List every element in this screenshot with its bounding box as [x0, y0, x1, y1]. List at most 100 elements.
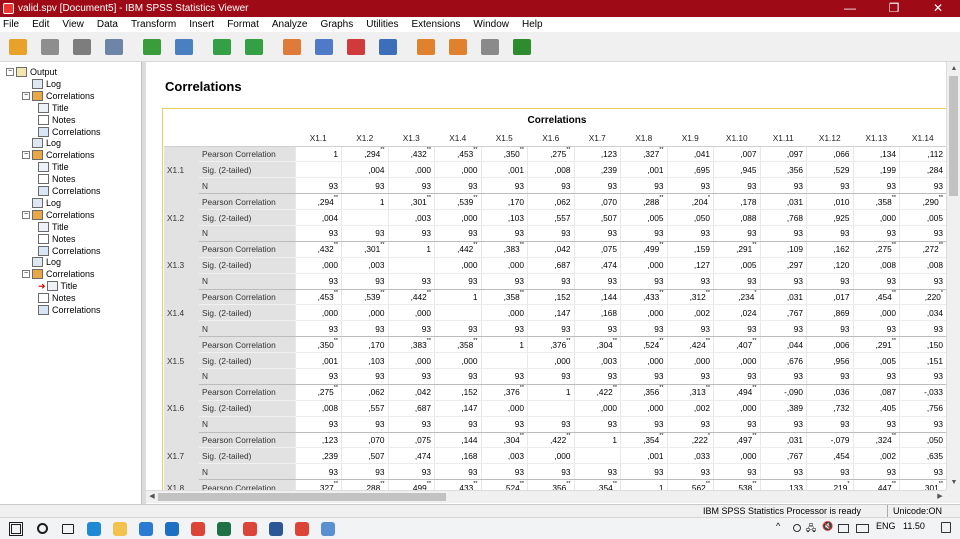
- horizontal-scrollbar[interactable]: ◀ ▶: [146, 490, 946, 503]
- action-center-icon[interactable]: [941, 522, 951, 533]
- spss-taskbar-button[interactable]: [319, 520, 337, 538]
- outline-item[interactable]: Log: [22, 78, 61, 90]
- outline-item[interactable]: Notes: [38, 114, 76, 126]
- outline-item[interactable]: Title: [38, 161, 69, 173]
- outline-item[interactable]: Correlations: [38, 126, 101, 138]
- value-text: ,000: [554, 450, 571, 461]
- show-all-button[interactable]: [478, 35, 502, 59]
- outline-item[interactable]: − Correlations: [22, 149, 95, 161]
- outline-item[interactable]: Log: [22, 256, 61, 268]
- outline-item[interactable]: Notes: [38, 173, 76, 185]
- edge-taskbar-button[interactable]: [85, 520, 103, 538]
- menu-view[interactable]: View: [62, 19, 84, 30]
- insert-variable-button[interactable]: [344, 35, 368, 59]
- outline-item[interactable]: Correlations: [38, 185, 101, 197]
- menu-utilities[interactable]: Utilities: [366, 19, 398, 30]
- goto-data-button[interactable]: [280, 35, 304, 59]
- open-button[interactable]: [6, 35, 30, 59]
- table-row: N 93 93 93 93 93 93 93 93 93 93 93 93 93 93: [164, 320, 946, 338]
- menu-extensions[interactable]: Extensions: [411, 19, 460, 30]
- collapse-icon[interactable]: −: [6, 68, 14, 76]
- output-contents-pane[interactable]: Correlations Correlations X1.1 X1.2 X1.3 X1…: [146, 62, 946, 490]
- collapse-icon[interactable]: −: [22, 151, 30, 160]
- clock[interactable]: 11.50: [903, 521, 925, 531]
- outline-item[interactable]: ➜ Title: [38, 280, 77, 292]
- volume-icon[interactable]: 🔇: [822, 521, 833, 532]
- chrome-taskbar-button[interactable]: [189, 520, 207, 538]
- menu-edit[interactable]: Edit: [32, 19, 49, 30]
- search-taskbar-button[interactable]: [33, 520, 51, 538]
- scroll-left-icon[interactable]: ◀: [146, 491, 158, 503]
- notification-card-icon[interactable]: [838, 524, 849, 533]
- excel-taskbar-button[interactable]: [215, 520, 233, 538]
- chrome-taskbar-button[interactable]: [293, 520, 311, 538]
- output-heading[interactable]: Correlations: [165, 79, 242, 94]
- collapse-icon[interactable]: −: [22, 91, 30, 100]
- collapse-icon[interactable]: −: [22, 210, 30, 219]
- horizontal-scroll-thumb[interactable]: [158, 493, 446, 501]
- menu-file[interactable]: File: [3, 19, 19, 30]
- outline-item[interactable]: Correlations: [38, 304, 101, 316]
- task-view-taskbar-button[interactable]: [59, 520, 77, 538]
- designate-window-button[interactable]: [414, 35, 438, 59]
- close-button[interactable]: ✕: [916, 0, 960, 17]
- menu-help[interactable]: Help: [522, 19, 543, 30]
- file-explorer-taskbar-button[interactable]: [111, 520, 129, 538]
- outline-item[interactable]: − Correlations: [22, 209, 95, 221]
- value-cell: ,945: [713, 161, 760, 179]
- redo-button[interactable]: [242, 35, 266, 59]
- recall-dialog-button[interactable]: [172, 35, 196, 59]
- value-text: 93: [468, 180, 478, 191]
- output-outline-pane[interactable]: − Output Log − Correlations Title Notes Correla…: [0, 62, 142, 504]
- word-taskbar-button[interactable]: [267, 520, 285, 538]
- start-taskbar-button[interactable]: [7, 520, 25, 538]
- print-button[interactable]: [70, 35, 94, 59]
- outline-item[interactable]: − Correlations: [22, 268, 95, 280]
- outline-item[interactable]: Notes: [38, 233, 76, 245]
- outline-item[interactable]: Title: [38, 221, 69, 233]
- outline-item[interactable]: Notes: [38, 292, 76, 304]
- goto-case-button[interactable]: [312, 35, 336, 59]
- vertical-scroll-thumb[interactable]: [949, 76, 958, 196]
- print-preview-button[interactable]: [102, 35, 126, 59]
- language-indicator[interactable]: ENG: [876, 521, 896, 531]
- outline-item[interactable]: − Output: [6, 66, 57, 78]
- menu-format[interactable]: Format: [227, 19, 259, 30]
- outline-item[interactable]: Log: [22, 197, 61, 209]
- pivot-table-frame[interactable]: Correlations X1.1 X1.2 X1.3 X1.4 X1.5 X1.6 X1.…: [162, 108, 946, 490]
- value-text: ,291: [875, 339, 892, 350]
- scroll-down-icon[interactable]: ▼: [947, 476, 960, 490]
- menu-analyze[interactable]: Analyze: [272, 19, 308, 30]
- menu-insert[interactable]: Insert: [189, 19, 214, 30]
- menu-window[interactable]: Window: [473, 19, 509, 30]
- keyboard-icon[interactable]: [856, 524, 869, 533]
- mail-taskbar-button[interactable]: [163, 520, 181, 538]
- outline-item[interactable]: Log: [22, 137, 61, 149]
- add-item-button[interactable]: [510, 35, 534, 59]
- output-window-button[interactable]: [446, 35, 470, 59]
- undo-button[interactable]: [210, 35, 234, 59]
- maximize-button[interactable]: ❐: [872, 0, 916, 17]
- people-icon[interactable]: [793, 524, 801, 532]
- menu-transform[interactable]: Transform: [131, 19, 176, 30]
- export-button[interactable]: [140, 35, 164, 59]
- save-button[interactable]: [38, 35, 62, 59]
- minimize-button[interactable]: —: [828, 0, 872, 17]
- network-icon[interactable]: 🖧: [806, 521, 816, 537]
- outline-item[interactable]: Title: [38, 102, 69, 114]
- chrome-taskbar-button[interactable]: [241, 520, 259, 538]
- menu-data[interactable]: Data: [97, 19, 118, 30]
- tray-chevron[interactable]: ^: [776, 521, 780, 531]
- menu-graphs[interactable]: Graphs: [320, 19, 353, 30]
- store-taskbar-button[interactable]: [137, 520, 155, 538]
- value-cell: 93: [852, 320, 900, 338]
- variables-button[interactable]: [376, 35, 400, 59]
- value-cell: ,003: [341, 257, 388, 274]
- vertical-scrollbar[interactable]: ▲ ▼: [946, 62, 960, 490]
- outline-item[interactable]: − Correlations: [22, 90, 95, 102]
- correlations-pivot-table[interactable]: X1.1 X1.2 X1.3 X1.4 X1.5 X1.6 X1.7 X1.8 X1.9 X1.1…: [164, 131, 946, 490]
- collapse-icon[interactable]: −: [22, 270, 30, 279]
- scroll-up-icon[interactable]: ▲: [947, 62, 960, 76]
- outline-item[interactable]: Correlations: [38, 245, 101, 257]
- scroll-right-icon[interactable]: ▶: [934, 491, 946, 503]
